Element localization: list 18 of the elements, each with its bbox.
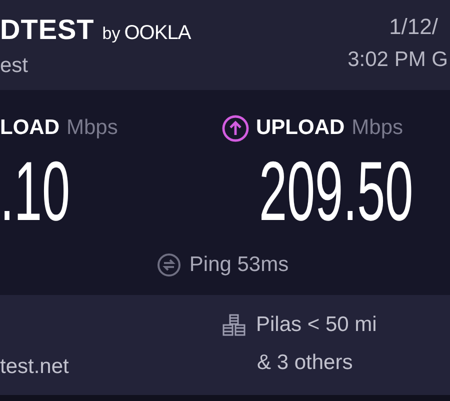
speed-value: 209.50 — [259, 149, 414, 233]
unit-label: Mbps — [352, 116, 404, 140]
ping-icon — [157, 253, 182, 277]
result-label: LOAD — [0, 116, 60, 140]
server-location: Pilas < 50 mi — [256, 313, 377, 337]
ping-result: Ping 53ms — [189, 253, 289, 277]
brand-byline: by — [102, 24, 120, 44]
test-time: 3:02 PM G — [348, 48, 449, 72]
brand-logo: OOKLA — [124, 22, 191, 45]
result-label: UPLOAD — [256, 116, 345, 140]
provider-host: test.net — [0, 355, 70, 379]
speed-value: .10 — [0, 149, 70, 233]
subtitle: est — [0, 54, 30, 78]
other-servers: & 3 others — [256, 351, 354, 375]
server-icon — [222, 313, 246, 337]
test-date: 1/12/ — [389, 14, 439, 40]
brand-name: DTEST — [0, 14, 94, 46]
unit-label: Mbps — [66, 116, 118, 140]
